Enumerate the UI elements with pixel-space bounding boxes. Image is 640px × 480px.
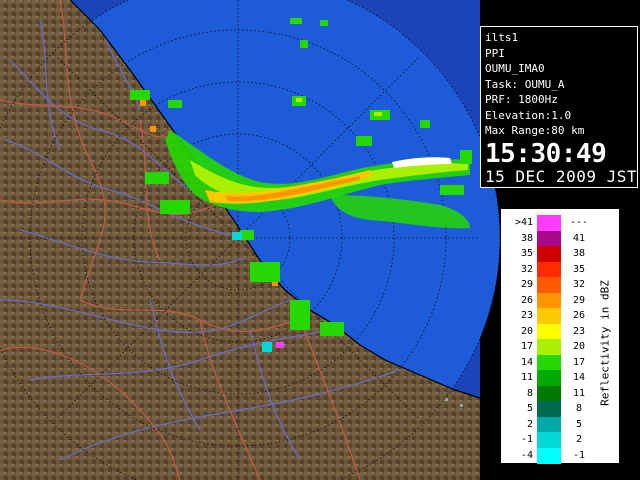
legend-low-value: 5 — [526, 403, 533, 414]
legend-high-value: 14 — [572, 372, 586, 383]
legend-swatch — [537, 370, 561, 386]
station-name: ilts1 — [485, 31, 519, 44]
legend-low-value: >41 — [514, 217, 533, 228]
legend-low-value: 20 — [520, 325, 533, 337]
legend-high-value: 5 — [575, 418, 583, 430]
legend-high-value: 38 — [572, 248, 586, 259]
legend-row: 17 20 — [509, 339, 593, 355]
legend-high-value: 26 — [572, 310, 586, 321]
prf-value: PRF: 1800Hz — [485, 93, 558, 106]
legend-low-value: 17 — [520, 341, 533, 352]
legend-low-value: 23 — [520, 310, 533, 321]
reflectivity-legend: >41 --- 38 41 35 38 32 35 29 32 26 29 23 26 20 23 17 20 14… — [500, 208, 620, 464]
legend-row: 32 35 — [509, 261, 593, 278]
elevation-value: Elevation:1.0 — [485, 108, 572, 122]
legend-high-value: 17 — [572, 356, 586, 368]
product-type: PPI — [485, 46, 505, 60]
scan-time: 15:30:49 — [485, 138, 607, 169]
legend-low-value: 14 — [520, 356, 533, 368]
legend-swatch — [537, 354, 561, 371]
legend-row: 23 26 — [509, 308, 593, 324]
legend-low-value: -4 — [520, 449, 533, 461]
legend-low-value: 8 — [526, 387, 533, 399]
legend-swatch — [537, 230, 561, 247]
legend-swatch — [537, 277, 561, 293]
legend-row: 8 11 — [509, 385, 593, 402]
legend-swatch — [537, 416, 561, 433]
legend-high-value: --- — [569, 217, 589, 228]
legend-high-value: 29 — [572, 294, 586, 306]
legend-row: -1 2 — [509, 432, 593, 448]
legend-swatch — [537, 432, 561, 448]
legend-low-value: 11 — [520, 372, 533, 383]
legend-high-value: 2 — [575, 434, 583, 445]
legend-low-value: 29 — [520, 279, 533, 290]
legend-low-value: 38 — [520, 232, 533, 244]
legend-swatch — [537, 323, 561, 340]
legend-swatch — [537, 447, 561, 464]
legend-swatch — [537, 292, 561, 309]
legend-high-value: 35 — [572, 263, 586, 275]
site-name: OUMU_IMA0 — [485, 62, 545, 75]
info-panel: ilts1 PPI OUMU_IMA0 Task: OUMU_A PRF: 18… — [480, 26, 638, 188]
legend-swatch — [537, 401, 561, 417]
legend-row: 29 32 — [509, 277, 593, 293]
task-name: Task: OUMU_A — [485, 77, 565, 91]
legend-row: 25 — [509, 416, 593, 433]
legend-row: 58 — [509, 401, 593, 417]
legend-low-value: 26 — [520, 294, 533, 306]
legend-swatch — [537, 385, 561, 402]
legend-row: 11 14 — [509, 370, 593, 386]
legend-row: -4 -1 — [509, 447, 593, 464]
scan-date: 15 DEC 2009 JST — [485, 166, 637, 186]
legend-swatch — [537, 215, 561, 231]
legend-swatch — [537, 246, 561, 262]
legend-row: >41 --- — [509, 215, 593, 231]
legend-low-value: 32 — [520, 263, 533, 275]
legend-high-value: 8 — [575, 403, 583, 414]
legend-high-value: 41 — [572, 232, 586, 244]
legend-low-value: -1 — [520, 434, 533, 445]
legend-low-value: 2 — [526, 418, 533, 430]
legend-unit-label: Reflectivity in dBZ — [597, 273, 613, 413]
legend-high-value: -1 — [572, 449, 586, 461]
legend-high-value: 20 — [572, 341, 586, 352]
legend-unit-text: Reflectivity in dBZ — [598, 280, 612, 406]
legend-row: 26 29 — [509, 292, 593, 309]
legend-row: 14 17 — [509, 354, 593, 371]
legend-swatch — [537, 339, 561, 355]
legend-high-value: 32 — [572, 279, 586, 290]
legend-low-value: 35 — [520, 248, 533, 259]
legend-row: 38 41 — [509, 230, 593, 247]
legend-row: 20 23 — [509, 323, 593, 340]
legend-swatch — [537, 308, 561, 324]
max-range-value: Max Range:80 km — [485, 124, 585, 137]
legend-row: 35 38 — [509, 246, 593, 262]
legend-high-value: 23 — [572, 325, 586, 337]
legend-high-value: 11 — [572, 387, 586, 399]
legend-swatch — [537, 261, 561, 278]
